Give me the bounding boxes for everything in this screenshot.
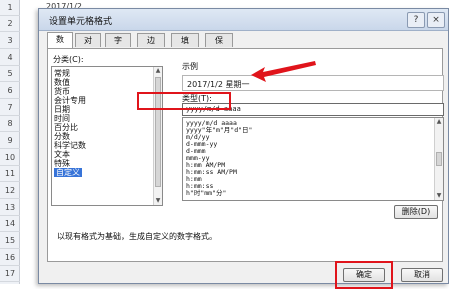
row-header[interactable]: 17 xyxy=(0,266,20,282)
dialog-title: 设置单元格格式 xyxy=(49,17,113,27)
tab-border[interactable]: 边框 xyxy=(137,33,165,58)
category-item[interactable]: 日期 xyxy=(54,105,70,114)
format-scrollbar[interactable]: ▲ ▼ xyxy=(434,118,443,200)
delete-button[interactable]: 删除(D) xyxy=(394,205,438,219)
scroll-down-icon[interactable]: ▼ xyxy=(435,192,443,200)
scroll-up-icon[interactable]: ▲ xyxy=(435,118,443,126)
sample-value: 2017/1/2 星期一 xyxy=(187,80,250,89)
category-item[interactable]: 分数 xyxy=(54,132,70,141)
row-header[interactable]: 4 xyxy=(0,50,20,66)
category-item[interactable]: 百分比 xyxy=(54,123,78,132)
scroll-thumb[interactable] xyxy=(436,152,442,166)
format-item[interactable]: h"时"mm"分" xyxy=(186,190,226,197)
annotation-highlight-type xyxy=(137,92,231,110)
format-description: 以现有格式为基础，生成自定义的数字格式。 xyxy=(57,232,217,241)
row-header[interactable]: 1 xyxy=(0,0,20,16)
category-item[interactable]: 文本 xyxy=(54,150,70,159)
category-item[interactable]: 数值 xyxy=(54,78,70,87)
row-header[interactable]: 15 xyxy=(0,233,20,249)
dialog-titlebar[interactable]: 设置单元格格式 ? × xyxy=(39,9,448,31)
tab-alignment[interactable]: 对齐 xyxy=(75,33,101,58)
row-header[interactable]: 3 xyxy=(0,33,20,49)
cancel-button[interactable]: 取消 xyxy=(401,268,443,282)
row-headers: 1 2 3 4 5 6 7 8 9 10 11 12 13 14 15 16 1… xyxy=(0,0,20,284)
category-scrollbar[interactable]: ▲ ▼ xyxy=(153,67,162,205)
help-button[interactable]: ? xyxy=(407,12,425,28)
row-header[interactable]: 12 xyxy=(0,183,20,199)
tab-protection[interactable]: 保护 xyxy=(205,33,233,58)
category-item[interactable]: 货币 xyxy=(54,87,70,96)
row-header[interactable]: 6 xyxy=(0,83,20,99)
annotation-arrow-icon xyxy=(251,61,316,82)
format-list[interactable]: yyyy/m/d aaaa yyyy"年"m"月"d"日" m/d/yy d-m… xyxy=(182,117,444,201)
row-header[interactable]: 10 xyxy=(0,150,20,166)
category-item-selected[interactable]: 自定义 xyxy=(54,168,82,177)
category-item[interactable]: 科学记数 xyxy=(54,141,86,150)
row-header[interactable]: 13 xyxy=(0,200,20,216)
row-header[interactable]: 14 xyxy=(0,216,20,232)
scroll-down-icon[interactable]: ▼ xyxy=(154,197,162,205)
category-item[interactable]: 时间 xyxy=(54,114,70,123)
category-item[interactable]: 常规 xyxy=(54,69,70,78)
annotation-highlight-ok xyxy=(335,261,393,289)
tab-font[interactable]: 字体 xyxy=(105,33,131,58)
category-label: 分类(C): xyxy=(53,55,84,64)
row-header[interactable]: 9 xyxy=(0,133,20,149)
category-item[interactable]: 特殊 xyxy=(54,159,70,168)
row-header[interactable]: 16 xyxy=(0,250,20,266)
category-item[interactable]: 会计专用 xyxy=(54,96,86,105)
scroll-up-icon[interactable]: ▲ xyxy=(154,67,162,75)
tab-fill[interactable]: 填充 xyxy=(171,33,199,58)
close-button[interactable]: × xyxy=(427,12,445,28)
row-header[interactable]: 2 xyxy=(0,16,20,32)
row-header[interactable]: 7 xyxy=(0,100,20,116)
category-list[interactable]: 常规 数值 货币 会计专用 日期 时间 百分比 分数 科学记数 文本 特殊 自定… xyxy=(51,66,163,206)
row-header[interactable]: 5 xyxy=(0,66,20,82)
tab-number[interactable]: 数字 xyxy=(47,32,73,57)
row-header[interactable]: 11 xyxy=(0,166,20,182)
row-header[interactable]: 8 xyxy=(0,116,20,132)
format-cells-dialog: 设置单元格格式 ? × 数字 对齐 字体 边框 填充 保护 分类(C): 常规 … xyxy=(38,8,449,289)
sample-label: 示例 xyxy=(182,62,198,71)
